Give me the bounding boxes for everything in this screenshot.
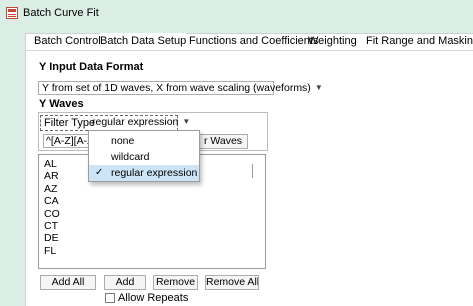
menu-item-label: regular expression	[111, 167, 198, 179]
tab-weighting[interactable]: Weighting	[308, 33, 357, 50]
filter-type-value: regular expression	[92, 116, 179, 128]
batch-curve-fit-window: Batch Curve Fit Batch Control Batch Data…	[0, 0, 473, 306]
list-item[interactable]: CT	[39, 220, 265, 232]
y-input-format-value: Y from set of 1D waves, X from wave scal…	[42, 82, 311, 94]
filter-type-label: Filter Type	[44, 117, 96, 129]
add-all-button[interactable]: Add All	[40, 275, 96, 290]
app-icon	[6, 7, 18, 19]
filter-type-select[interactable]: regular expression ▼	[89, 116, 190, 130]
y-waves-heading: Y Waves	[39, 98, 84, 110]
menu-item-label: none	[111, 135, 135, 147]
menu-item-regular-expression[interactable]: ✓ regular expression	[89, 165, 199, 181]
checkmark-icon: ✓	[95, 167, 104, 178]
add-button[interactable]: Add	[104, 275, 146, 290]
remove-all-button[interactable]: Remove All	[205, 275, 259, 290]
filter-pattern-input[interactable]: ^[A-Z][A-Z	[43, 134, 91, 148]
y-input-data-format-heading: Y Input Data Format	[39, 61, 144, 73]
menu-item-none[interactable]: none	[89, 133, 199, 149]
chevron-down-icon: ▼	[314, 83, 323, 92]
title-bar: Batch Curve Fit	[0, 0, 473, 27]
tab-fit-range-and-masking[interactable]: Fit Range and Masking	[366, 33, 473, 50]
tab-strip: Batch Control Batch Data Setup Functions…	[25, 33, 473, 50]
remove-button[interactable]: Remove	[153, 275, 198, 290]
menu-item-wildcard[interactable]: wildcard	[89, 149, 199, 165]
y-input-format-select[interactable]: Y from set of 1D waves, X from wave scal…	[38, 81, 323, 95]
chevron-down-icon: ▼	[182, 117, 191, 126]
list-item[interactable]: CO	[39, 208, 265, 220]
tab-batch-data-setup[interactable]: Batch Data Setup	[100, 33, 187, 50]
list-item[interactable]: AZ	[39, 183, 265, 195]
list-item[interactable]: FL	[39, 245, 265, 257]
allow-repeats-label: Allow Repeats	[118, 292, 189, 304]
list-item[interactable]: DE	[39, 232, 265, 244]
allow-repeats-checkbox[interactable]	[105, 293, 115, 303]
text-cursor	[252, 164, 253, 178]
window-title: Batch Curve Fit	[23, 7, 99, 19]
list-item[interactable]: CA	[39, 195, 265, 207]
filter-type-dropdown-menu: none wildcard ✓ regular expression	[88, 130, 200, 182]
tab-batch-control[interactable]: Batch Control	[34, 33, 101, 50]
tab-divider	[25, 50, 473, 51]
tab-functions-and-coefficients[interactable]: Functions and Coefficients	[189, 33, 318, 50]
menu-item-label: wildcard	[111, 151, 150, 163]
